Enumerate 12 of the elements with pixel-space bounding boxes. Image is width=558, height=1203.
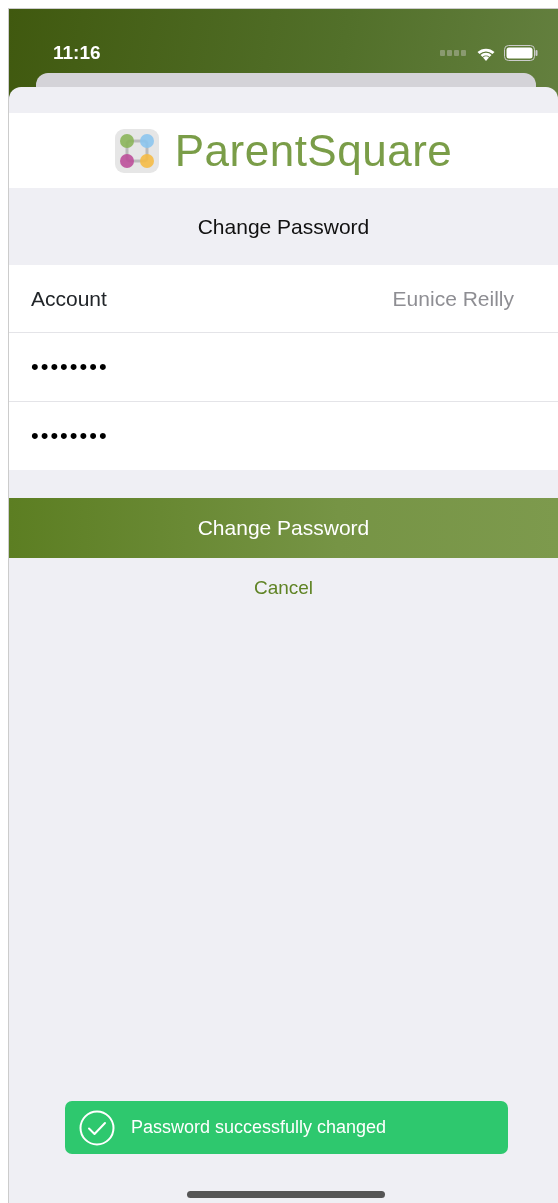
- status-time: 11:16: [53, 40, 101, 65]
- cancel-link[interactable]: Cancel: [253, 574, 314, 603]
- account-value: Eunice Reilly: [392, 285, 514, 312]
- screen-title: Change Password: [197, 213, 370, 240]
- battery-icon: [504, 45, 538, 61]
- logo-icon: [114, 128, 159, 173]
- logo-wordmark: ParentSquare: [174, 124, 453, 177]
- toast-message: Password successfully changed: [131, 1116, 387, 1139]
- checkmark-circle-icon: [79, 1109, 115, 1146]
- change-password-button[interactable]: Change Password: [9, 498, 558, 558]
- cellular-signal-icon: [440, 50, 468, 56]
- account-label: Account: [31, 285, 107, 312]
